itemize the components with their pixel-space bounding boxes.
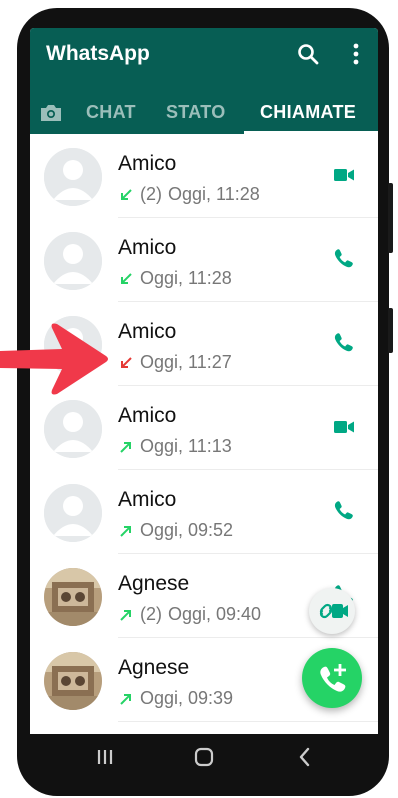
call-count: (2) <box>140 604 162 624</box>
video-call-icon[interactable] <box>331 162 357 188</box>
recents-icon[interactable] <box>92 744 118 770</box>
call-details: Oggi, 11:13 <box>118 436 232 457</box>
call-details: Oggi, 11:28 <box>118 268 232 289</box>
tab-chiamate[interactable]: CHIAMATE <box>260 102 356 123</box>
contact-name: Amico <box>118 488 177 511</box>
call-details: Oggi, 11:27 <box>118 352 232 373</box>
tab-stato[interactable]: STATO <box>166 102 226 123</box>
default-avatar-icon <box>44 484 102 542</box>
outgoing-arrow-icon <box>120 609 131 621</box>
search-icon[interactable] <box>296 42 320 66</box>
default-avatar-icon <box>44 400 102 458</box>
app-title: WhatsApp <box>46 42 150 65</box>
contact-name: Agnese <box>118 572 190 595</box>
camera-icon[interactable] <box>38 100 64 126</box>
avatar[interactable] <box>44 148 102 206</box>
call-time: Oggi, 09:40 <box>168 604 262 624</box>
avatar[interactable] <box>44 484 102 542</box>
call-time: Oggi, 11:28 <box>140 268 232 288</box>
outgoing-arrow-icon <box>120 441 131 453</box>
call-time: Oggi, 09:52 <box>140 520 234 540</box>
default-avatar-icon <box>44 148 102 206</box>
contact-name: Amico <box>118 404 177 427</box>
contact-photo-icon <box>44 652 102 710</box>
outgoing-arrow-icon <box>120 693 131 705</box>
call-time: Oggi, 09:39 <box>140 688 234 708</box>
call-details: Oggi, 09:39 <box>118 688 233 709</box>
divider <box>118 721 378 722</box>
video-call-icon[interactable] <box>331 414 357 440</box>
avatar[interactable] <box>44 652 102 710</box>
tab-chat[interactable]: CHAT <box>86 102 136 123</box>
new-call-button[interactable] <box>302 648 362 708</box>
contact-name: Amico <box>118 236 177 259</box>
annotation-arrow-icon <box>0 323 108 395</box>
more-vert-icon[interactable] <box>346 41 366 67</box>
outgoing-arrow-icon <box>120 525 131 537</box>
call-link-icon <box>319 603 348 619</box>
call-details: (2) Oggi, 09:40 <box>118 604 261 625</box>
system-nav-bar <box>30 734 378 780</box>
call-time: Oggi, 11:28 <box>168 184 260 204</box>
default-avatar-icon <box>44 232 102 290</box>
contact-name: Amico <box>118 320 177 343</box>
avatar[interactable] <box>44 232 102 290</box>
voice-call-icon[interactable] <box>331 246 357 272</box>
home-icon[interactable] <box>191 744 217 770</box>
volume-button <box>388 183 393 253</box>
contact-name: Agnese <box>118 656 190 679</box>
call-time: Oggi, 11:27 <box>140 352 232 372</box>
call-row[interactable]: Amico Oggi, 11:28 <box>30 218 378 302</box>
call-details: Oggi, 09:52 <box>118 520 233 541</box>
contact-name: Amico <box>118 152 177 175</box>
call-details: (2) Oggi, 11:28 <box>118 184 260 205</box>
back-icon[interactable] <box>292 744 318 770</box>
voice-call-icon[interactable] <box>331 330 357 356</box>
avatar[interactable] <box>44 400 102 458</box>
call-row[interactable]: Amico Oggi, 09:52 <box>30 470 378 554</box>
missed-arrow-icon <box>121 356 132 368</box>
power-button <box>388 308 393 353</box>
add-call-icon <box>320 664 346 692</box>
tab-bar: CHAT STATO CHIAMATE <box>30 92 378 134</box>
new-call-link-button[interactable] <box>309 588 355 634</box>
app-bar: WhatsApp CHAT STATO CHIAMATE <box>30 28 378 134</box>
voice-call-icon[interactable] <box>331 498 357 524</box>
incoming-arrow-icon <box>121 188 132 200</box>
incoming-arrow-icon <box>121 272 132 284</box>
call-time: Oggi, 11:13 <box>140 436 232 456</box>
call-row[interactable]: Amico (2) Oggi, 11:28 <box>30 134 378 218</box>
contact-photo-icon <box>44 568 102 626</box>
avatar[interactable] <box>44 568 102 626</box>
call-count: (2) <box>140 184 162 204</box>
